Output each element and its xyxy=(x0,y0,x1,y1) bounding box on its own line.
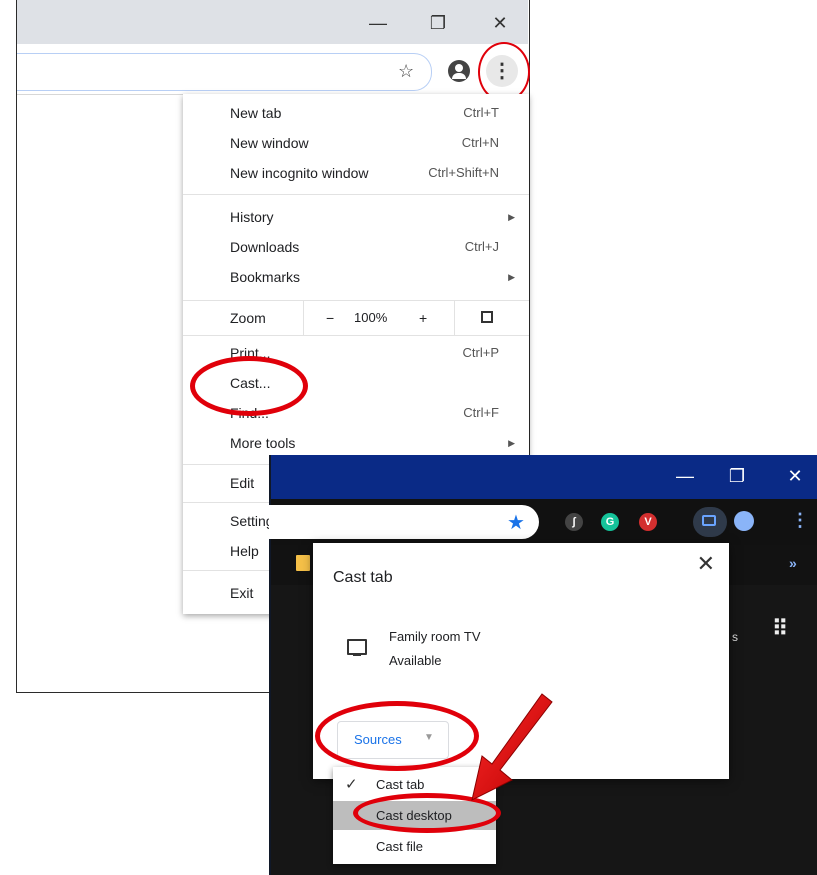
menu-zoom-row: Zoom − 100% + xyxy=(183,300,529,336)
menu-item-label: New incognito window xyxy=(230,165,369,181)
cast-toolbar-button[interactable] xyxy=(693,507,727,537)
fullscreen-icon[interactable] xyxy=(481,311,493,323)
menu-button-highlight-ring xyxy=(478,42,530,102)
submenu-arrow-icon: ▶ xyxy=(508,212,515,222)
menu-item-shortcut: Ctrl+T xyxy=(463,105,499,120)
extension-icon[interactable]: ʃ xyxy=(565,513,583,531)
menu-item-new-incognito-window[interactable]: New incognito window Ctrl+Shift+N xyxy=(183,158,529,188)
cast-device-status: Available xyxy=(389,653,442,668)
menu-item-label: Downloads xyxy=(230,239,300,255)
cast-item-highlight-ring xyxy=(190,356,308,416)
zoom-label: Zoom xyxy=(230,310,266,326)
menu-item-shortcut: Ctrl+Shift+N xyxy=(428,165,499,180)
menu-item-more-tools[interactable]: More tools ▶ xyxy=(183,428,529,458)
cast-device-name[interactable]: Family room TV xyxy=(389,629,481,644)
annotation-arrow-icon xyxy=(471,693,553,801)
zoom-controls: − 100% + xyxy=(303,301,455,335)
menu-item-label: Bookmarks xyxy=(230,269,301,285)
close-button[interactable]: ✕ xyxy=(480,10,520,36)
menu-item-label: Exit xyxy=(230,585,254,601)
menu-item-shortcut: Ctrl+F xyxy=(463,405,499,420)
source-option-cast-file[interactable]: Cast file xyxy=(333,832,496,861)
address-bar[interactable] xyxy=(17,53,432,91)
close-icon[interactable]: ✕ xyxy=(697,551,715,577)
menu-item-label: Help xyxy=(230,543,259,559)
grammarly-extension-icon[interactable]: G xyxy=(601,513,619,531)
bookmark-folder-icon[interactable] xyxy=(296,555,310,571)
zoom-out-button[interactable]: − xyxy=(326,301,334,335)
menu-item-downloads[interactable]: Downloads Ctrl+J xyxy=(183,232,529,262)
tv-icon xyxy=(347,639,367,656)
minimize-button[interactable]: — xyxy=(665,461,705,491)
restore-button[interactable]: ❐ xyxy=(717,461,757,491)
menu-item-history[interactable]: History ▶ xyxy=(183,202,529,232)
chrome-menu-button[interactable]: ⋮ xyxy=(791,510,809,531)
page-text-fragment: s xyxy=(732,630,738,644)
zoom-level: 100% xyxy=(354,310,388,325)
menu-item-label: New tab xyxy=(230,105,282,121)
menu-item-bookmarks[interactable]: Bookmarks ▶ xyxy=(183,262,529,292)
submenu-arrow-icon: ▶ xyxy=(508,272,515,282)
checkmark-icon: ✓ xyxy=(345,776,358,793)
source-option-label: Cast file xyxy=(376,839,423,854)
bookmarks-overflow-chevron[interactable]: » xyxy=(789,555,797,571)
vpn-extension-icon[interactable]: V xyxy=(639,513,657,531)
sources-highlight-ring xyxy=(315,701,479,771)
cast-dialog-title: Cast tab xyxy=(333,569,393,586)
menu-item-label: New window xyxy=(230,135,309,151)
chrome-window-dark: — ❐ ✕ ★ ʃ G V ⋮ » s ⠿ Cast tab ✕ Family … xyxy=(269,455,817,875)
menu-item-new-tab[interactable]: New tab Ctrl+T xyxy=(183,98,529,128)
menu-item-label: History xyxy=(230,209,274,225)
menu-item-shortcut: Ctrl+N xyxy=(461,135,499,150)
menu-item-new-window[interactable]: New window Ctrl+N xyxy=(183,128,529,158)
menu-item-label: More tools xyxy=(230,435,296,451)
submenu-arrow-icon: ▶ xyxy=(508,438,515,448)
profile-avatar-icon[interactable] xyxy=(448,60,470,82)
zoom-in-button[interactable]: + xyxy=(419,301,427,335)
address-bar[interactable] xyxy=(269,505,539,539)
cast-icon xyxy=(702,515,716,526)
apps-grid-icon[interactable]: ⠿ xyxy=(772,618,788,640)
profile-avatar-icon[interactable] xyxy=(734,511,754,531)
bookmark-star-icon[interactable]: ☆ xyxy=(398,61,414,82)
menu-item-shortcut: Ctrl+P xyxy=(462,345,499,360)
menu-item-shortcut: Ctrl+J xyxy=(464,239,499,254)
menu-divider xyxy=(183,194,529,195)
menu-item-label: Edit xyxy=(230,475,255,491)
restore-button[interactable]: ❐ xyxy=(418,10,458,36)
close-button[interactable]: ✕ xyxy=(775,461,815,491)
minimize-button[interactable]: — xyxy=(358,10,398,36)
bookmark-star-icon[interactable]: ★ xyxy=(507,510,525,535)
